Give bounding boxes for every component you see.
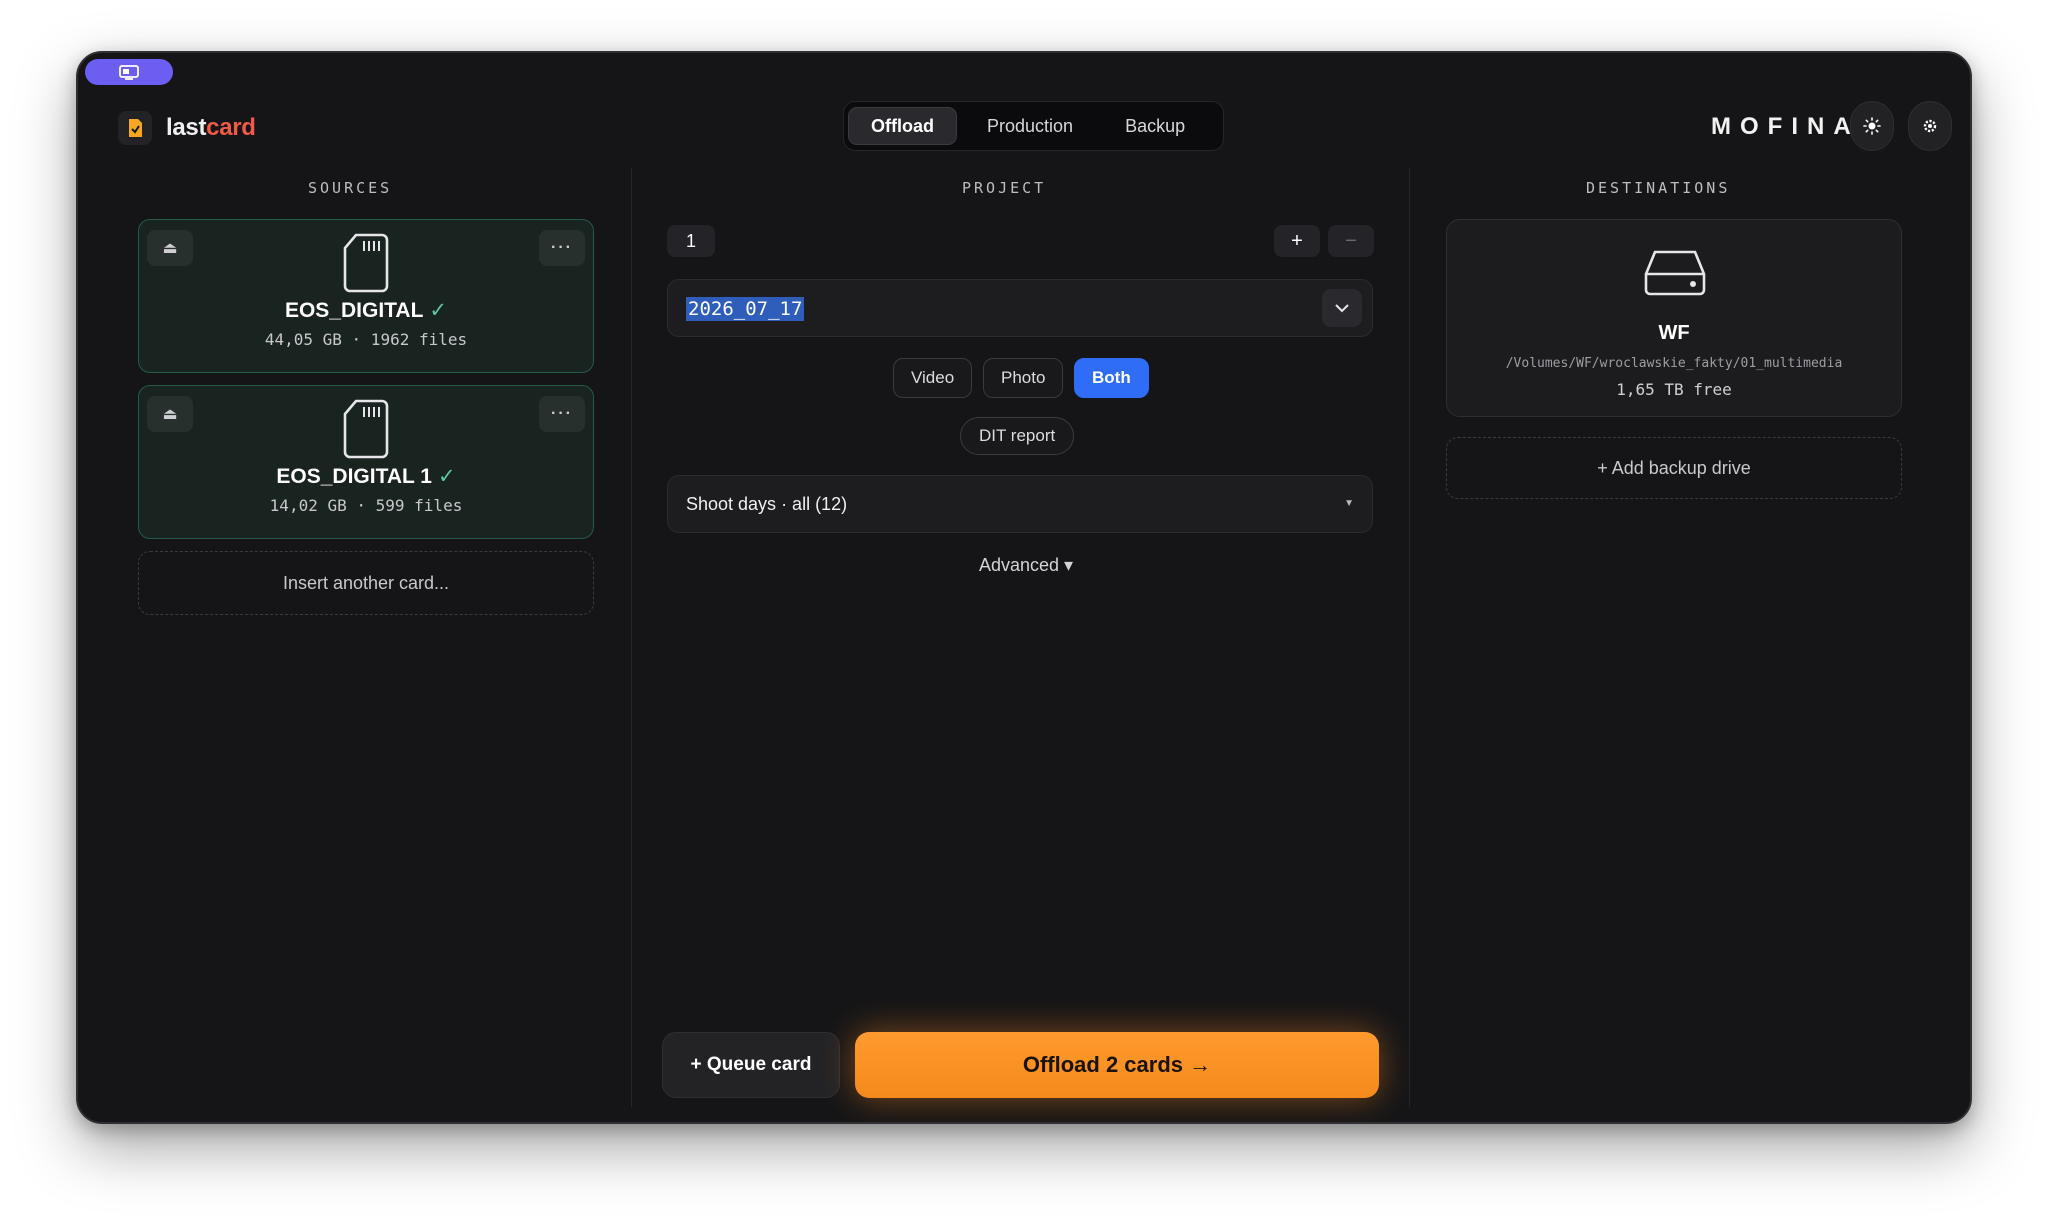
sd-card-icon	[343, 399, 389, 459]
tab-production[interactable]: Production	[965, 107, 1095, 145]
source-card-meta: 14,02 GB · 599 files	[269, 496, 463, 515]
project-title: PROJECT	[962, 179, 1047, 197]
add-backup-drive-button[interactable]: + Add backup drive	[1446, 437, 1902, 499]
sd-card-icon	[343, 233, 389, 293]
dit-report-button[interactable]: DIT report	[960, 417, 1075, 455]
app-logo-icon	[118, 111, 152, 145]
dropdown-button[interactable]	[1322, 289, 1362, 327]
source-card-name: EOS_DIGITAL 1	[276, 465, 432, 488]
ellipsis-icon: ···	[551, 405, 573, 422]
shoot-days-select[interactable]: Shoot days · all (12) ▼	[667, 475, 1373, 533]
caret-down-icon: ▼	[1344, 498, 1354, 509]
offload-button[interactable]: Offload 2 cards →	[855, 1032, 1379, 1098]
source-card-name-row: EOS_DIGITAL ✓	[139, 298, 593, 323]
theme-toggle-button[interactable]	[1850, 101, 1894, 151]
app-window: lastcard Offload Production Backup MOFIN…	[76, 51, 1972, 1124]
project-date-select[interactable]: 2026_07_17	[667, 279, 1373, 337]
increment-button[interactable]: +	[1274, 225, 1320, 257]
verified-check-icon: ✓	[429, 299, 448, 322]
tab-offload[interactable]: Offload	[848, 107, 957, 145]
tab-backup[interactable]: Backup	[1103, 107, 1207, 145]
project-number[interactable]: 1	[667, 225, 715, 257]
column-divider-right	[1409, 168, 1410, 1107]
app-name: lastcard	[166, 114, 256, 142]
eject-icon: ⏏	[162, 240, 178, 257]
eject-button[interactable]: ⏏	[147, 230, 193, 266]
shoot-days-value: Shoot days · all (12)	[686, 494, 848, 514]
hard-drive-icon	[1644, 250, 1706, 296]
more-options-button[interactable]: ···	[539, 230, 585, 266]
decrement-button[interactable]: −	[1328, 225, 1374, 257]
advanced-toggle[interactable]: Advanced ▾	[979, 555, 1073, 575]
destination-card[interactable]: WF /Volumes/WF/wroclawskie_fakty/01_mult…	[1446, 219, 1902, 417]
source-card-meta: 44,05 GB · 1962 files	[264, 330, 468, 349]
media-type-video[interactable]: Video	[893, 358, 973, 398]
queue-card-button[interactable]: + Queue card	[662, 1032, 840, 1098]
app-name-part2: card	[206, 114, 256, 141]
destination-free-space: 1,65 TB free	[1616, 380, 1732, 399]
media-type-photo[interactable]: Photo	[983, 358, 1064, 398]
source-card-name: EOS_DIGITAL	[284, 299, 424, 322]
source-card-name-row: EOS_DIGITAL 1 ✓	[139, 464, 593, 489]
chevron-down-icon	[1335, 304, 1349, 313]
ellipsis-icon: ···	[551, 239, 573, 256]
destination-path: /Volumes/WF/wroclawskie_fakty/01_multime…	[1505, 356, 1843, 371]
eject-button[interactable]: ⏏	[147, 396, 193, 432]
destinations-title: DESTINATIONS	[1586, 179, 1731, 197]
source-card[interactable]: ⏏ ··· EOS_DIGITAL ✓ 44,05 GB · 1962 files	[138, 219, 594, 373]
eject-icon: ⏏	[162, 406, 178, 423]
screen-share-icon	[119, 65, 139, 80]
app-logo: lastcard	[118, 111, 256, 145]
column-divider-left	[631, 168, 632, 1107]
more-options-button[interactable]: ···	[539, 396, 585, 432]
brand-logo: MOFINA	[1711, 113, 1860, 140]
insert-card-placeholder[interactable]: Insert another card...	[138, 551, 594, 615]
verified-check-icon: ✓	[437, 465, 456, 488]
media-type-both[interactable]: Both	[1074, 358, 1149, 398]
destination-name: WF	[1658, 322, 1690, 344]
source-card[interactable]: ⏏ ··· EOS_DIGITAL 1 ✓ 14,02 GB · 599 file…	[138, 385, 594, 539]
sources-title: SOURCES	[308, 179, 393, 197]
app-name-part1: last	[166, 114, 207, 141]
mode-tabs: Offload Production Backup	[843, 101, 1224, 151]
gear-icon	[1923, 119, 1937, 133]
sun-icon	[1863, 117, 1881, 135]
project-date-value: 2026_07_17	[686, 297, 805, 321]
screen-share-indicator[interactable]	[85, 59, 173, 85]
settings-button[interactable]	[1908, 101, 1952, 151]
